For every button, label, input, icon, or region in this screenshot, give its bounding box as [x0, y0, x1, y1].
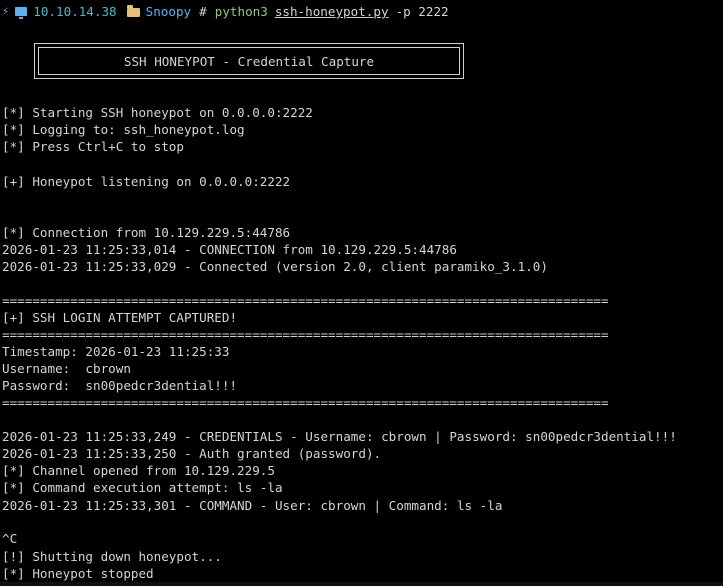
log-line-channel: [*] Channel opened from 10.129.229.5: [2, 463, 275, 478]
terminal-bottom-edge: [0, 582, 723, 586]
prompt-directory: Snoopy: [145, 4, 192, 19]
bolt-icon: ⚡: [2, 4, 10, 18]
separator-rule: ========================================…: [2, 327, 609, 342]
log-line-logging: [*] Logging to: ssh_honeypot.log: [2, 122, 245, 137]
separator-rule: ========================================…: [2, 293, 609, 308]
log-line-listening: [+] Honeypot listening on 0.0.0.0:2222: [2, 174, 291, 189]
monitor-icon: [15, 7, 28, 19]
capture-password: Password: sn00pedcr3dential!!!: [2, 378, 238, 393]
log-line-shutdown: [!] Shutting down honeypot...: [2, 549, 222, 564]
log-line-exec-attempt: [*] Command execution attempt: ls -la: [2, 480, 283, 495]
log-line-timestamped-connected: 2026-01-23 11:25:33,029 - Connected (ver…: [2, 259, 548, 274]
log-line-stopped: [*] Honeypot stopped: [2, 566, 154, 581]
prompt-symbol: #: [199, 4, 207, 19]
ctrl-c-echo: ^C: [2, 531, 18, 546]
log-line-timestamped-connection: 2026-01-23 11:25:33,014 - CONNECTION fro…: [2, 242, 457, 257]
script-filename[interactable]: ssh-honeypot.py: [275, 3, 389, 20]
log-line-command: 2026-01-23 11:25:33,301 - COMMAND - User…: [2, 498, 503, 513]
honeypot-banner: SSH HONEYPOT - Credential Capture: [34, 43, 464, 79]
capture-username: Username: cbrown: [2, 361, 131, 376]
log-line-stop-hint: [*] Press Ctrl+C to stop: [2, 139, 184, 154]
capture-header: [+] SSH LOGIN ATTEMPT CAPTURED!: [2, 310, 238, 325]
log-line-auth: 2026-01-23 11:25:33,250 - Auth granted (…: [2, 446, 382, 461]
command-args: -p 2222: [395, 4, 449, 19]
log-line-connection: [*] Connection from 10.129.229.5:44786: [2, 225, 291, 240]
log-line-start: [*] Starting SSH honeypot on 0.0.0.0:222…: [2, 105, 313, 120]
banner-title: SSH HONEYPOT - Credential Capture: [38, 47, 460, 75]
log-line-credentials: 2026-01-23 11:25:33,249 - CREDENTIALS - …: [2, 429, 677, 444]
command-name: python3: [214, 4, 268, 19]
folder-icon: [126, 5, 140, 17]
capture-timestamp: Timestamp: 2026-01-23 11:25:33: [2, 344, 230, 359]
prompt-ip: 10.10.14.38: [33, 4, 117, 19]
shell-prompt: ⚡ 10.10.14.38 Snoopy # python3 ssh-honey…: [0, 3, 449, 20]
separator-rule: ========================================…: [2, 395, 609, 410]
